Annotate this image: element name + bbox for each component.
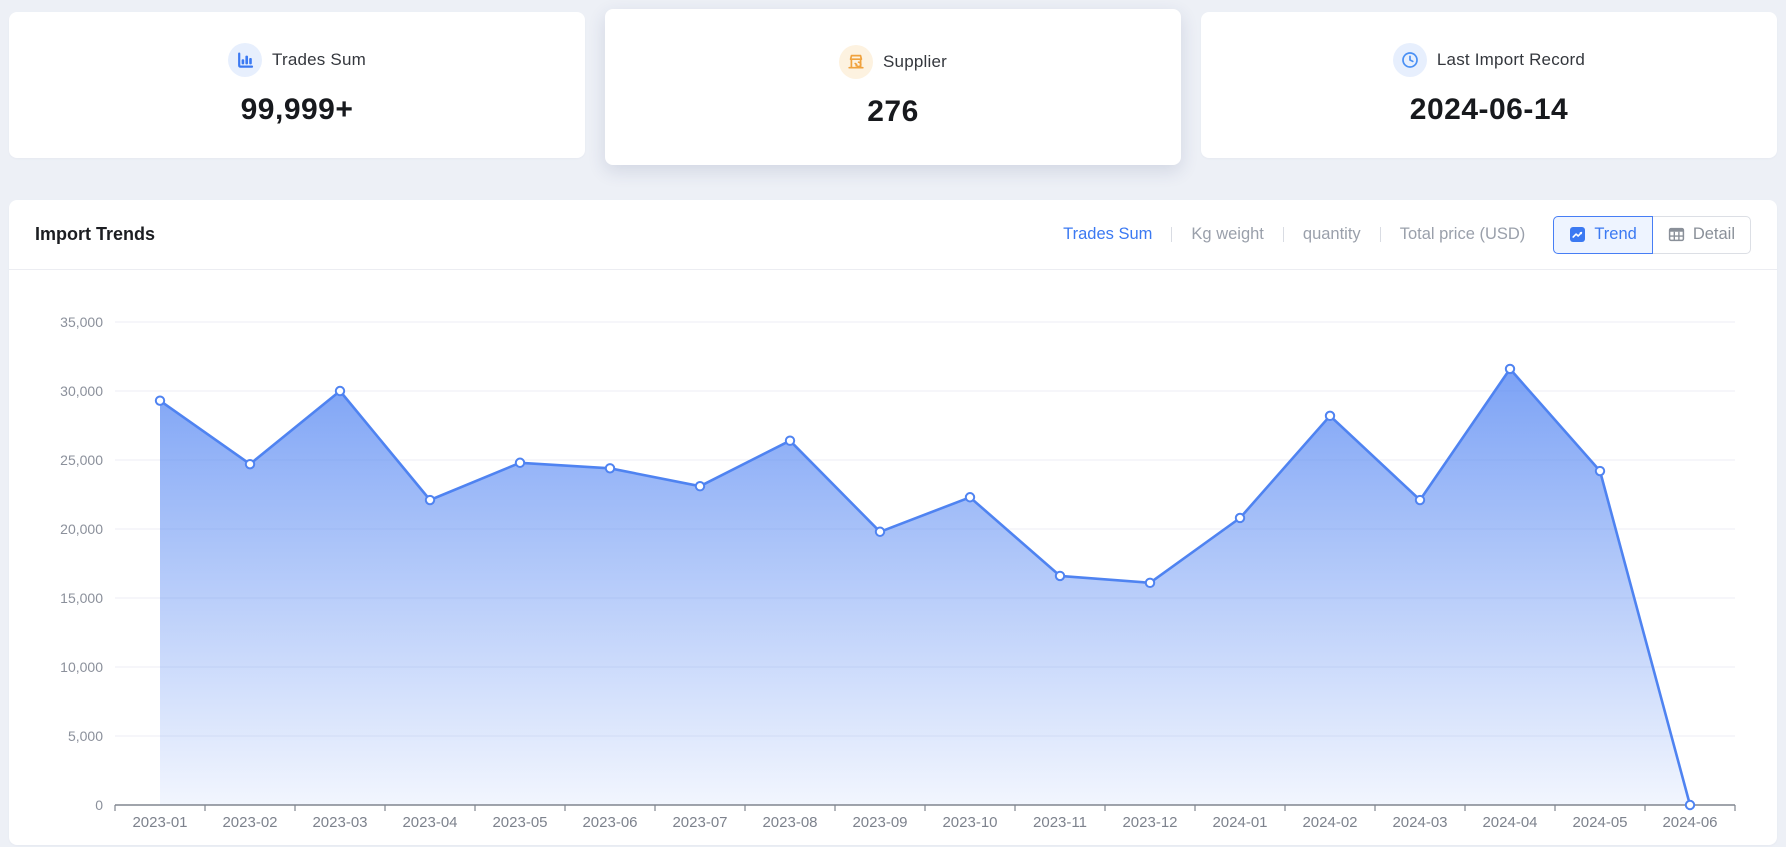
- supplier-label: Supplier: [883, 52, 947, 72]
- bar-chart-icon: [228, 43, 262, 77]
- x-axis-label: 2023-08: [762, 814, 817, 831]
- y-axis-label: 10,000: [60, 659, 103, 675]
- x-axis-label: 2024-02: [1302, 814, 1357, 831]
- x-axis-label: 2023-03: [312, 814, 367, 831]
- data-point-marker[interactable]: [156, 396, 164, 404]
- x-axis-label: 2023-09: [852, 814, 907, 831]
- x-axis-label: 2024-01: [1212, 814, 1267, 831]
- trend-view-button[interactable]: Trend: [1553, 216, 1653, 254]
- tab-total-price-usd[interactable]: Total price (USD): [1398, 221, 1528, 248]
- last-import-record-value: 2024-06-14: [1410, 93, 1568, 127]
- data-point-marker[interactable]: [1236, 514, 1244, 522]
- tab-kg-weight[interactable]: Kg weight: [1189, 221, 1265, 248]
- table-icon: [1668, 226, 1685, 243]
- x-axis-label: 2023-05: [492, 814, 547, 831]
- supplier-value: 276: [867, 95, 919, 129]
- data-point-marker[interactable]: [1596, 467, 1604, 475]
- data-point-marker[interactable]: [1056, 572, 1064, 580]
- x-axis-label: 2024-03: [1392, 814, 1447, 831]
- tab-separator: [1171, 227, 1172, 242]
- y-axis-label: 25,000: [60, 452, 103, 468]
- data-point-marker[interactable]: [966, 493, 974, 501]
- trend-chart[interactable]: 0 5,000 10,000 15,000 20,000 25,000 30,000 35,0…: [29, 280, 1757, 832]
- tab-trades-sum[interactable]: Trades Sum: [1061, 221, 1154, 248]
- data-point-marker[interactable]: [1416, 496, 1424, 504]
- trend-icon: [1569, 226, 1586, 243]
- data-point-marker[interactable]: [426, 496, 434, 504]
- data-point-marker[interactable]: [876, 528, 884, 536]
- x-axis-label: 2023-02: [222, 814, 277, 831]
- trades-sum-value: 99,999+: [241, 93, 354, 127]
- data-point-marker[interactable]: [1326, 412, 1334, 420]
- x-axis-label: 2024-04: [1482, 814, 1537, 831]
- metric-tabs: Trades Sum Kg weight quantity Total pric…: [1061, 221, 1527, 248]
- data-point-marker[interactable]: [1146, 579, 1154, 587]
- x-axis-label: 2023-12: [1122, 814, 1177, 831]
- x-axis-label: 2023-11: [1033, 814, 1087, 831]
- detail-button-label: Detail: [1693, 225, 1735, 244]
- trades-sum-label: Trades Sum: [272, 50, 366, 70]
- stat-cards-row: Trades Sum 99,999+ Supplier 276: [9, 0, 1777, 170]
- data-point-marker[interactable]: [606, 464, 614, 472]
- x-axis-label: 2023-01: [132, 814, 187, 831]
- x-axis-label: 2023-07: [672, 814, 727, 831]
- tab-separator: [1380, 227, 1381, 242]
- y-axis-label: 5,000: [68, 728, 103, 744]
- x-axis-label: 2023-04: [402, 814, 457, 831]
- y-axis-label: 20,000: [60, 521, 103, 537]
- data-point-marker[interactable]: [1686, 801, 1694, 809]
- tab-separator: [1283, 227, 1284, 242]
- area-fill: [160, 369, 1690, 805]
- tab-quantity[interactable]: quantity: [1301, 221, 1363, 248]
- y-axis-label: 0: [95, 797, 103, 813]
- data-point-marker[interactable]: [246, 460, 254, 468]
- last-import-record-card[interactable]: Last Import Record 2024-06-14: [1201, 12, 1777, 158]
- y-axis-label: 15,000: [60, 590, 103, 606]
- y-axis-label: 30,000: [60, 383, 103, 399]
- shop-icon: [839, 45, 873, 79]
- x-axis-label: 2023-10: [942, 814, 997, 831]
- data-point-marker[interactable]: [516, 459, 524, 467]
- data-point-marker[interactable]: [786, 436, 794, 444]
- data-point-marker[interactable]: [696, 482, 704, 490]
- detail-view-button[interactable]: Detail: [1652, 216, 1751, 254]
- y-axis-label: 35,000: [60, 314, 103, 330]
- trades-sum-card[interactable]: Trades Sum 99,999+: [9, 12, 585, 158]
- trend-chart-area: 0 5,000 10,000 15,000 20,000 25,000 30,000 35,0…: [9, 270, 1777, 837]
- x-axis-label: 2023-06: [582, 814, 637, 831]
- data-point-marker[interactable]: [1506, 365, 1514, 373]
- page-title: Import Trends: [35, 224, 155, 245]
- trend-button-label: Trend: [1594, 225, 1637, 244]
- supplier-card[interactable]: Supplier 276: [605, 9, 1181, 165]
- view-toggle: Trend Detail: [1553, 216, 1751, 254]
- data-point-marker[interactable]: [336, 387, 344, 395]
- x-axis-label: 2024-05: [1572, 814, 1627, 831]
- panel-header: Import Trends Trades Sum Kg weight quant…: [9, 200, 1777, 270]
- import-trends-panel: Import Trends Trades Sum Kg weight quant…: [9, 200, 1777, 845]
- last-import-record-label: Last Import Record: [1437, 50, 1585, 70]
- clock-icon: [1393, 43, 1427, 77]
- x-axis-label: 2024-06: [1662, 814, 1717, 831]
